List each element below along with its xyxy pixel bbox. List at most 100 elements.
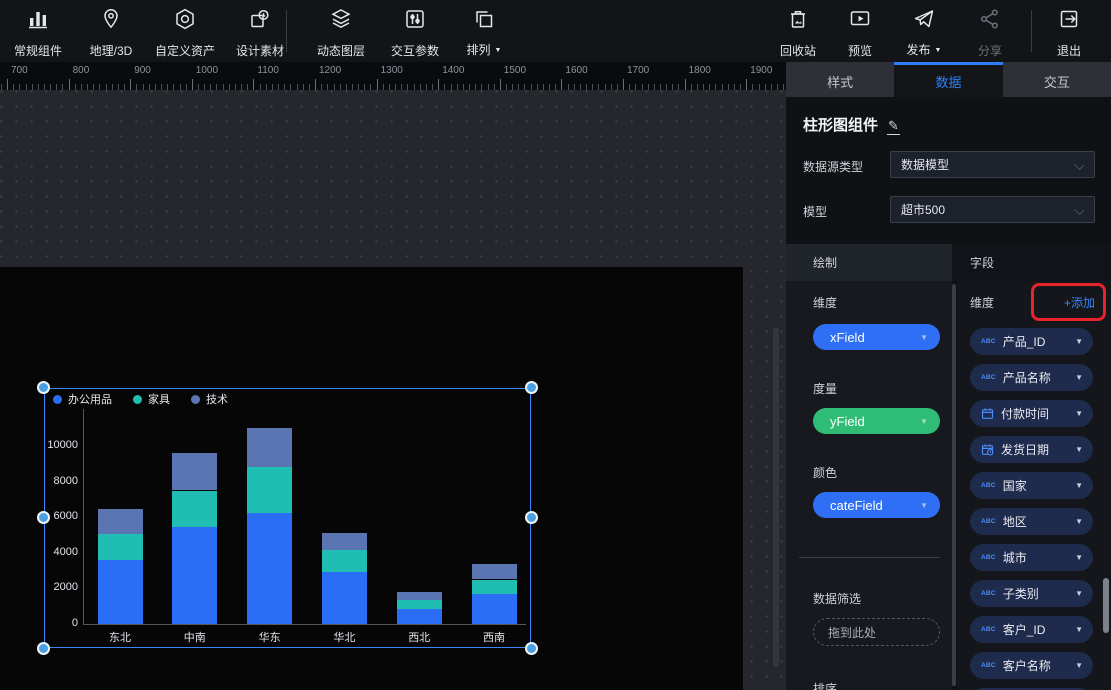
bar-segment[interactable] — [322, 533, 367, 550]
app-root: 常规组件 地理/3D 自定义资产 设计素材 动态图层 — [0, 0, 1111, 690]
filter-dropzone[interactable]: 拖到此处 — [813, 618, 940, 646]
selection-handle[interactable] — [37, 511, 50, 524]
bar-segment[interactable] — [98, 560, 143, 624]
toolbar-item-label: 排列▼ — [467, 43, 502, 58]
selection-handle[interactable] — [525, 381, 538, 394]
toolbar-divider — [286, 10, 287, 52]
field-pill[interactable]: ABC地区▼ — [970, 508, 1093, 535]
bar-segment[interactable] — [472, 564, 517, 579]
subtab-draw[interactable]: 绘制 — [786, 244, 952, 281]
field-pill[interactable]: ABC产品_ID▼ — [970, 328, 1093, 355]
x-axis-label: 华北 — [312, 629, 376, 645]
bar-segment[interactable] — [247, 467, 292, 512]
bar-chart-component[interactable]: 办公用品家具技术 0200040006000800010000东北中南华东华北西… — [44, 388, 531, 648]
tab-style[interactable]: 样式 — [786, 62, 894, 97]
layers-icon — [329, 6, 353, 32]
abc-field-icon: ABC — [981, 626, 996, 633]
toolbar-item-label: 自定义资产 — [155, 44, 215, 58]
bar-segment[interactable] — [322, 572, 367, 624]
abc-field-icon: ABC — [981, 518, 996, 525]
panel-scrollbar[interactable] — [1103, 578, 1109, 633]
ruler-label: 1600 — [565, 65, 587, 76]
ruler-label: 1500 — [504, 65, 526, 76]
field-pill[interactable]: 付款时间▼ — [970, 400, 1093, 427]
bar-segment[interactable] — [397, 600, 442, 609]
chevron-down-icon: ▼ — [920, 417, 928, 426]
calendar-icon — [981, 407, 994, 420]
toolbar-item-label: 预览 — [848, 44, 872, 58]
bar-segment[interactable] — [98, 509, 143, 534]
bar-segment[interactable] — [472, 580, 517, 594]
toolbar-item-design-materials[interactable]: 设计素材 — [218, 6, 302, 58]
field-name: 城市 — [1003, 549, 1027, 566]
chevron-down-icon: ▼ — [1075, 517, 1083, 526]
field-pill[interactable]: ABC产品名称▼ — [970, 364, 1093, 391]
bar-segment[interactable] — [247, 428, 292, 467]
bar-segment[interactable] — [172, 491, 217, 528]
field-name: 产品_ID — [1003, 333, 1046, 350]
ruler-label: 1700 — [627, 65, 649, 76]
toolbar-item-label: 地理/3D — [90, 44, 133, 58]
toolbar-item-arrange[interactable]: 排列▼ — [442, 6, 526, 58]
chevron-down-icon: ▼ — [1075, 445, 1083, 454]
top-toolbar: 常规组件 地理/3D 自定义资产 设计素材 动态图层 — [0, 0, 1111, 62]
selection-handle[interactable] — [37, 642, 50, 655]
workspace-scrollbar[interactable] — [773, 327, 779, 667]
sliders-icon — [403, 6, 427, 32]
subtab-fields[interactable]: 字段 — [952, 244, 1111, 281]
bar-segment[interactable] — [397, 592, 442, 600]
ruler-label: 1900 — [750, 65, 772, 76]
bar-segment[interactable] — [472, 594, 517, 624]
selection-handle[interactable] — [525, 642, 538, 655]
datasource-type-select[interactable]: 数据模型 — [890, 151, 1095, 178]
legend-item[interactable]: 家具 — [133, 391, 170, 407]
edit-pencil-icon[interactable]: ✎ — [887, 118, 900, 135]
section-divider — [799, 557, 940, 558]
color-pill-catefield[interactable]: cateField ▼ — [813, 492, 940, 518]
selection-handle[interactable] — [37, 381, 50, 394]
selection-handle[interactable] — [525, 511, 538, 524]
field-pill[interactable]: ABC客户名称▼ — [970, 652, 1093, 679]
bar-segment[interactable] — [247, 513, 292, 624]
bar-segment[interactable] — [98, 534, 143, 560]
chevron-down-icon: ▼ — [920, 501, 928, 510]
toolbar-item-dynamic-layers[interactable]: 动态图层 — [299, 6, 383, 58]
ruler-label: 800 — [73, 65, 90, 76]
abc-field-icon: ABC — [981, 662, 996, 669]
design-canvas[interactable]: 办公用品家具技术 0200040006000800010000东北中南华东华北西… — [0, 267, 743, 690]
legend-item[interactable]: 办公用品 — [53, 391, 112, 407]
field-pill[interactable]: ABC子类别▼ — [970, 580, 1093, 607]
field-pill[interactable]: ABC城市▼ — [970, 544, 1093, 571]
y-axis-tick: 4000 — [44, 546, 78, 558]
field-pill[interactable]: ABC国家▼ — [970, 472, 1093, 499]
tab-data[interactable]: 数据 — [894, 62, 1002, 97]
tab-interaction[interactable]: 交互 — [1003, 62, 1111, 97]
chevron-down-icon: ▼ — [1075, 409, 1083, 418]
toolbar-item-regular-components[interactable]: 常规组件 — [0, 6, 80, 58]
dimension-pill-xfield[interactable]: xField ▼ — [813, 324, 940, 350]
bar-segment[interactable] — [172, 527, 217, 624]
toolbar-item-custom-assets[interactable]: 自定义资产 — [143, 6, 227, 58]
legend-label: 家具 — [148, 391, 170, 407]
ruler-label: 1800 — [689, 65, 711, 76]
legend-label: 技术 — [206, 391, 228, 407]
measure-pill-yfield[interactable]: yField ▼ — [813, 408, 940, 434]
toolbar-item-share[interactable]: 分享 — [948, 6, 1032, 58]
toolbar-item-label: 动态图层 — [317, 44, 365, 58]
ruler-label: 1000 — [196, 65, 218, 76]
field-pill[interactable]: ABC客户_ID▼ — [970, 616, 1093, 643]
legend-item[interactable]: 技术 — [191, 391, 228, 407]
model-select[interactable]: 超市500 — [890, 196, 1095, 223]
field-pill[interactable]: 发货日期▼ — [970, 436, 1093, 463]
abc-field-icon: ABC — [981, 338, 996, 345]
add-field-button[interactable]: +添加 — [1064, 294, 1095, 311]
bar-segment[interactable] — [172, 453, 217, 490]
x-axis-label: 华东 — [238, 629, 302, 645]
draw-column-scrollbar[interactable] — [952, 284, 956, 686]
draw-column: 维度 xField ▼ 度量 yField ▼ 颜色 cateField ▼ 数… — [786, 281, 952, 690]
bar-segment[interactable] — [322, 550, 367, 572]
toolbar-item-geo-3d[interactable]: 地理/3D — [69, 6, 153, 58]
legend-label: 办公用品 — [68, 391, 112, 407]
bar-segment[interactable] — [397, 609, 442, 624]
toolbar-item-exit[interactable]: 退出 — [1027, 6, 1111, 58]
